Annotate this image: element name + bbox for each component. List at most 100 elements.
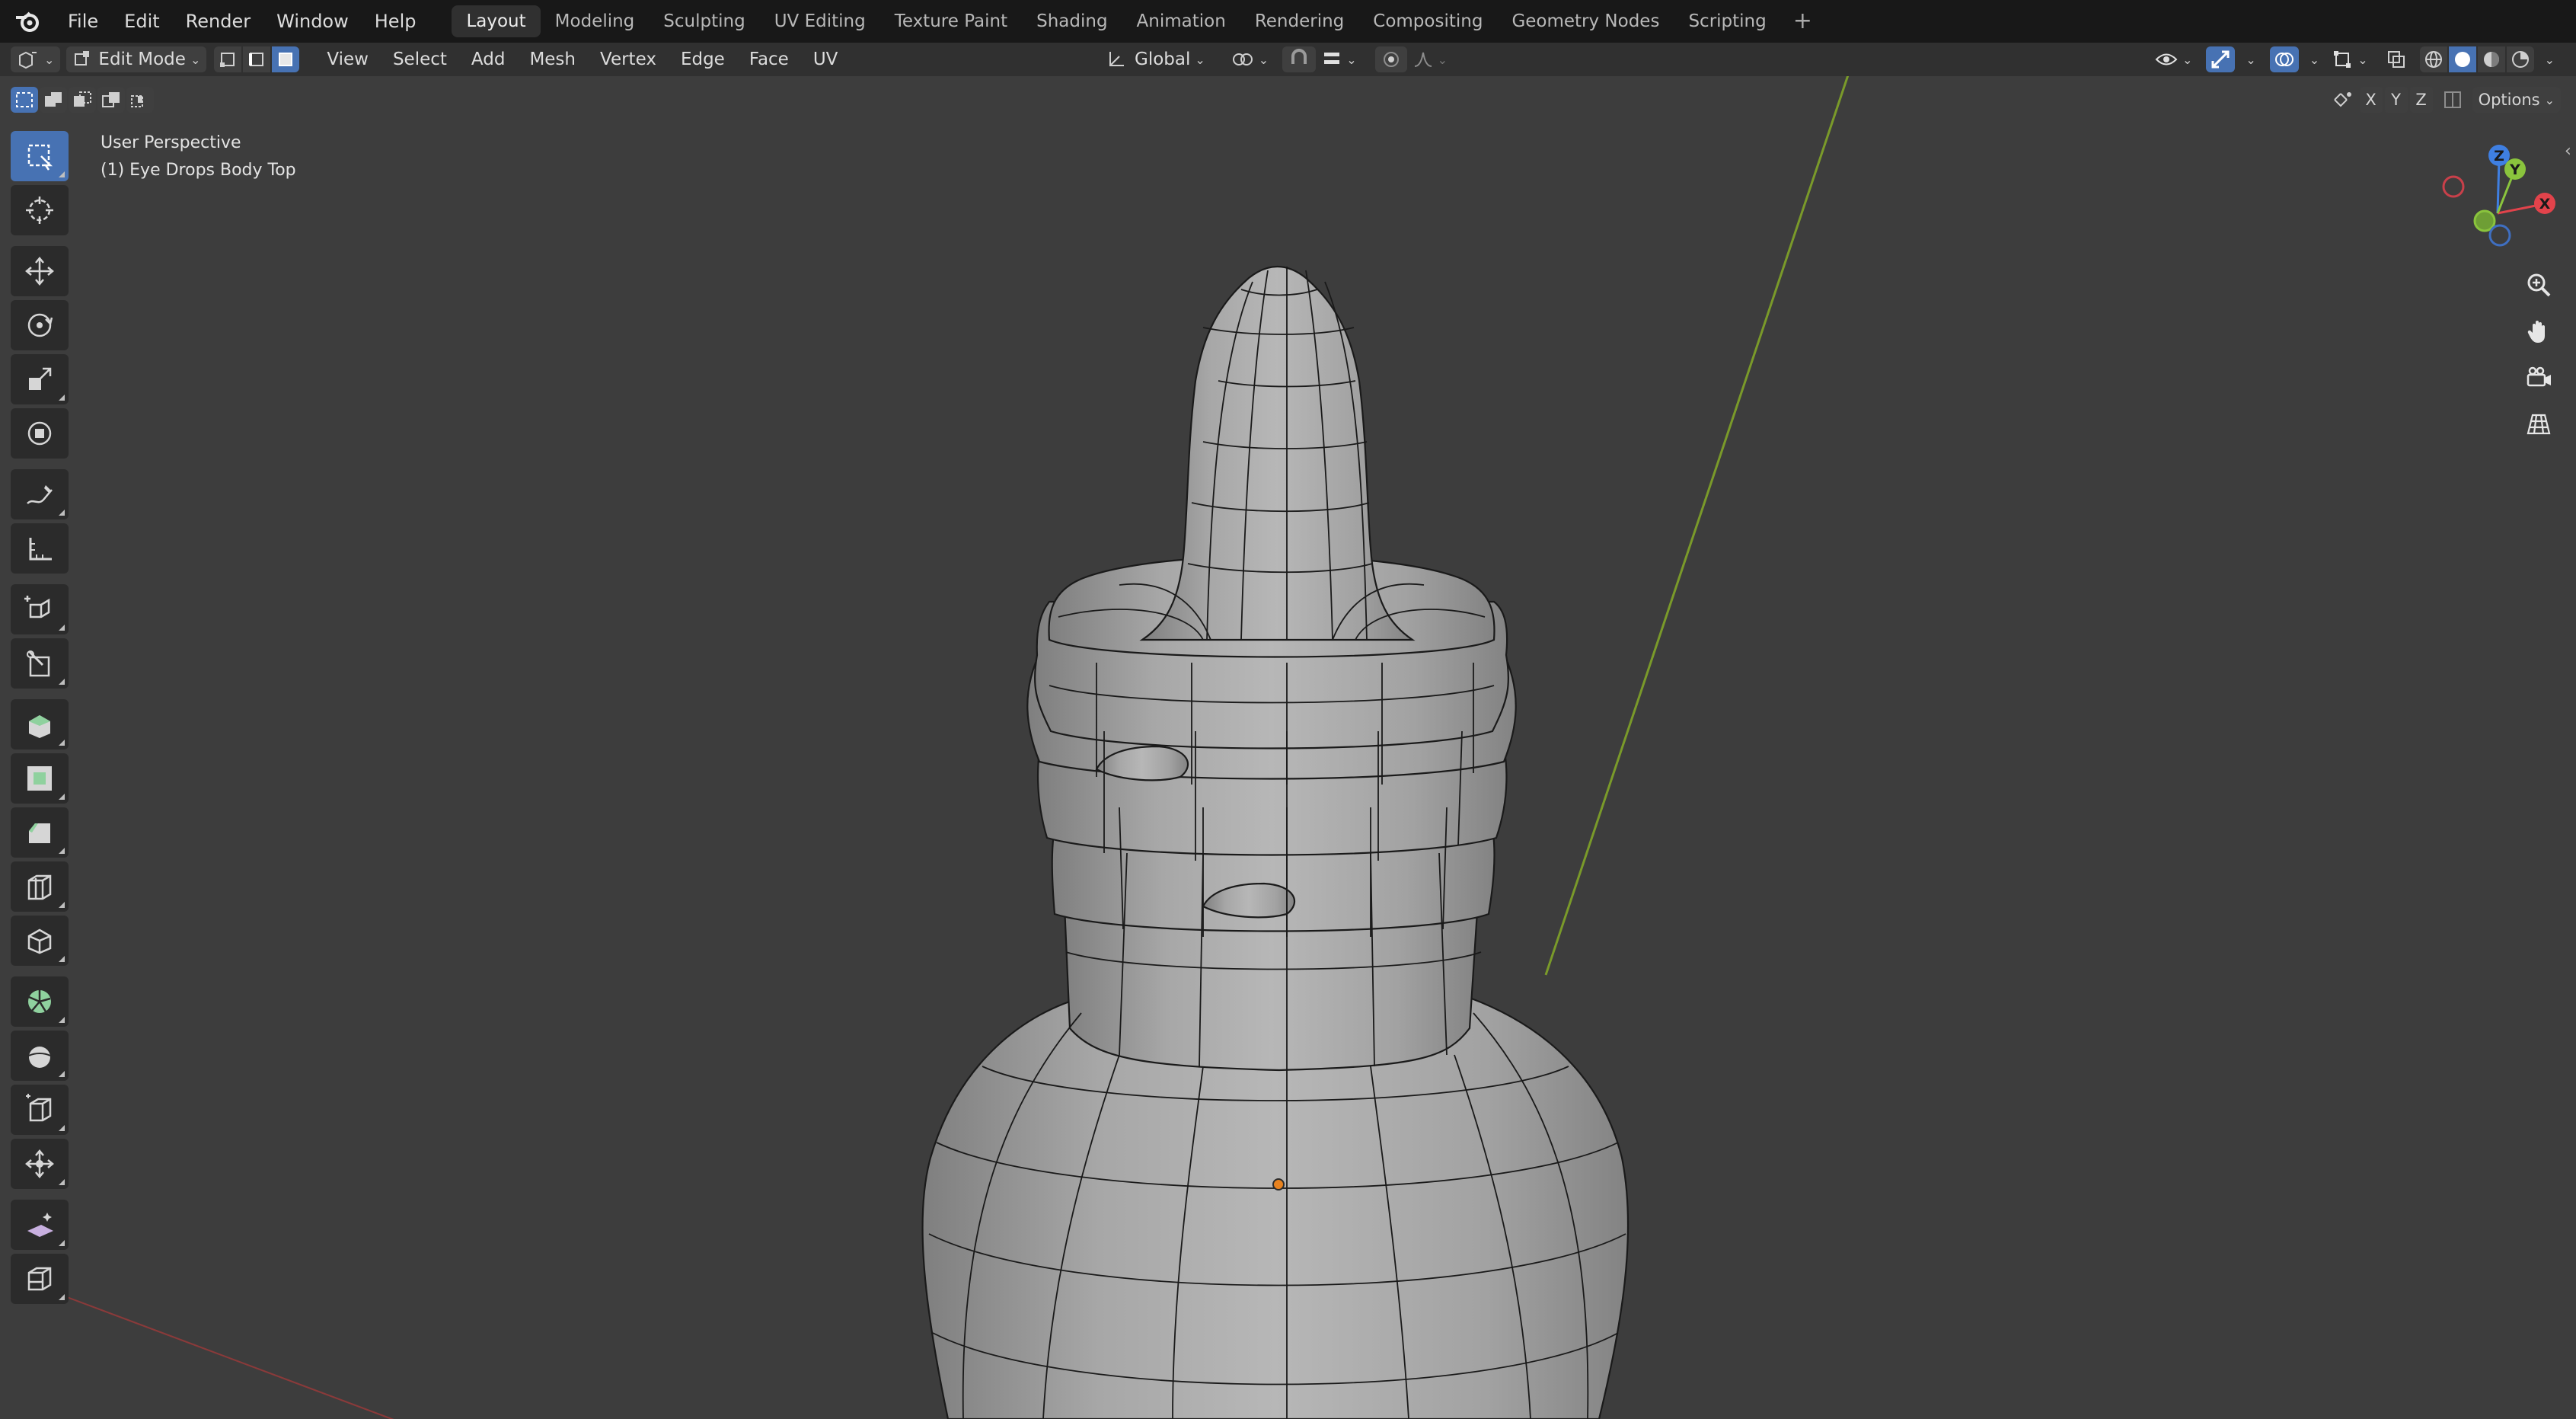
- transform-tool[interactable]: [11, 408, 69, 459]
- chevron-down-icon: ⌄: [2544, 92, 2555, 107]
- tab-layout[interactable]: Layout: [452, 5, 541, 37]
- perspective-toggle-button[interactable]: [2517, 402, 2561, 446]
- menu-render[interactable]: Render: [173, 0, 263, 43]
- proportional-edit-toggle[interactable]: [1374, 46, 1407, 72]
- measure-tool[interactable]: [11, 523, 69, 574]
- measure-icon: [29, 538, 52, 561]
- header-menu-add[interactable]: Add: [459, 50, 518, 69]
- mirror-x-toggle[interactable]: X: [2359, 87, 2383, 113]
- top-menu-bar: File Edit Render Window Help Layout Modeling S…: [0, 0, 2576, 43]
- select-invert-button[interactable]: [97, 87, 125, 113]
- add-workspace-button[interactable]: +: [1781, 0, 1824, 43]
- face-select-button[interactable]: [272, 46, 300, 72]
- select-extend-button[interactable]: [40, 87, 67, 113]
- tab-uv-editing[interactable]: UV Editing: [760, 5, 880, 37]
- header-menu-edge[interactable]: Edge: [669, 50, 737, 69]
- shrink-fatten-tool[interactable]: [11, 1139, 69, 1189]
- menu-edit[interactable]: Edit: [111, 0, 172, 43]
- poly-build-tool[interactable]: [11, 916, 69, 966]
- rip-region-tool[interactable]: [11, 1254, 69, 1304]
- gizmo-neg-z-handle[interactable]: [2488, 224, 2511, 247]
- solid-shading-button[interactable]: [2448, 46, 2476, 72]
- select-subtract-button[interactable]: [69, 87, 96, 113]
- header-menu-uv[interactable]: UV: [801, 50, 851, 69]
- tab-compositing[interactable]: Compositing: [1358, 5, 1497, 37]
- knife-tool[interactable]: [11, 638, 69, 689]
- loop-cut-tool[interactable]: [11, 861, 69, 912]
- select-intersect-button[interactable]: [126, 87, 154, 113]
- topology-mirror-button[interactable]: [2439, 87, 2466, 113]
- gizmo-neg-x-handle[interactable]: [2442, 175, 2465, 198]
- scale-tool[interactable]: [11, 354, 69, 404]
- material-shading-button[interactable]: [2477, 46, 2505, 72]
- tab-geometry-nodes[interactable]: Geometry Nodes: [1497, 5, 1674, 37]
- xray-toggle[interactable]: [2380, 46, 2412, 72]
- move-tool[interactable]: [11, 246, 69, 296]
- gizmo-neg-y-handle[interactable]: [2473, 209, 2496, 232]
- gizmo-toggle[interactable]: [2206, 46, 2236, 72]
- pivot-point-dropdown[interactable]: ⌄: [1225, 46, 1275, 72]
- gizmo-dropdown[interactable]: ⌄: [2235, 46, 2262, 72]
- grid-view-icon: [2527, 414, 2551, 435]
- tab-animation[interactable]: Animation: [1122, 5, 1240, 37]
- spin-tool[interactable]: [11, 976, 69, 1027]
- mirror-z-toggle[interactable]: Z: [2409, 87, 2433, 113]
- overlays-toggle[interactable]: [2269, 46, 2299, 72]
- transform-orientation-dropdown[interactable]: Global ⌄: [1100, 46, 1211, 72]
- overlays-dropdown[interactable]: ⌄: [2299, 46, 2325, 72]
- tab-modeling[interactable]: Modeling: [541, 5, 650, 37]
- visibility-dropdown[interactable]: ⌄: [2149, 46, 2198, 72]
- mirror-y-toggle[interactable]: Y: [2384, 87, 2408, 113]
- camera-view-button[interactable]: [2517, 356, 2561, 400]
- wireframe-shading-button[interactable]: [2419, 46, 2447, 72]
- transform-affect-button[interactable]: [2329, 87, 2357, 113]
- edit-mode-icon: [75, 51, 90, 66]
- header-menu-select[interactable]: Select: [381, 50, 459, 69]
- tab-scripting[interactable]: Scripting: [1674, 5, 1780, 37]
- blender-logo-icon[interactable]: [11, 5, 44, 38]
- viewport-scene[interactable]: Z Y X ‹: [0, 76, 2576, 1419]
- header-menu-face[interactable]: Face: [737, 50, 801, 69]
- cursor-tool[interactable]: [11, 185, 69, 235]
- collapse-arrow-icon[interactable]: ‹: [2565, 142, 2571, 161]
- menu-help[interactable]: Help: [362, 0, 429, 43]
- menu-file[interactable]: File: [55, 0, 111, 43]
- bevel-icon: [29, 823, 50, 843]
- add-cube-tool[interactable]: [11, 584, 69, 634]
- annotate-tool[interactable]: [11, 469, 69, 519]
- extrude-tool[interactable]: [11, 699, 69, 749]
- tab-shading[interactable]: Shading: [1022, 5, 1122, 37]
- tab-texture-paint[interactable]: Texture Paint: [880, 5, 1022, 37]
- mesh-object[interactable]: [921, 265, 1630, 1419]
- header-menu-mesh[interactable]: Mesh: [517, 50, 588, 69]
- snap-toggle[interactable]: [1282, 46, 1317, 72]
- tab-rendering[interactable]: Rendering: [1240, 5, 1358, 37]
- chevron-down-icon: ⌄: [2182, 52, 2193, 67]
- tab-sculpting[interactable]: Sculpting: [649, 5, 759, 37]
- smooth-tool[interactable]: [11, 1031, 69, 1081]
- rotate-tool[interactable]: [11, 300, 69, 350]
- mesh-edit-overlays-button[interactable]: ⌄: [2325, 46, 2373, 72]
- menu-window[interactable]: Window: [263, 0, 362, 43]
- pan-button[interactable]: [2517, 309, 2561, 353]
- zoom-button[interactable]: [2517, 263, 2561, 307]
- shear-tool[interactable]: [11, 1200, 69, 1250]
- vertex-select-button[interactable]: [214, 46, 242, 72]
- snap-target-dropdown[interactable]: ⌄: [1316, 46, 1362, 72]
- mode-dropdown[interactable]: Edit Mode ⌄: [66, 46, 207, 72]
- header-menu-vertex[interactable]: Vertex: [588, 50, 669, 69]
- shading-dropdown[interactable]: ⌄: [2534, 46, 2561, 72]
- navigation-gizmo[interactable]: Z Y X: [2442, 145, 2555, 247]
- bevel-tool[interactable]: [11, 807, 69, 858]
- rendered-shading-button[interactable]: [2506, 46, 2534, 72]
- editor-type-button[interactable]: ⌄: [11, 46, 61, 72]
- edge-select-button[interactable]: [243, 46, 271, 72]
- annotate-icon: [27, 485, 53, 504]
- inset-tool[interactable]: [11, 753, 69, 804]
- options-dropdown[interactable]: Options ⌄: [2472, 87, 2561, 113]
- edge-slide-tool[interactable]: [11, 1085, 69, 1135]
- header-menu-view[interactable]: View: [314, 50, 381, 69]
- select-box-tool[interactable]: [11, 131, 69, 181]
- falloff-dropdown[interactable]: ⌄: [1407, 46, 1454, 72]
- select-new-button[interactable]: [11, 87, 38, 113]
